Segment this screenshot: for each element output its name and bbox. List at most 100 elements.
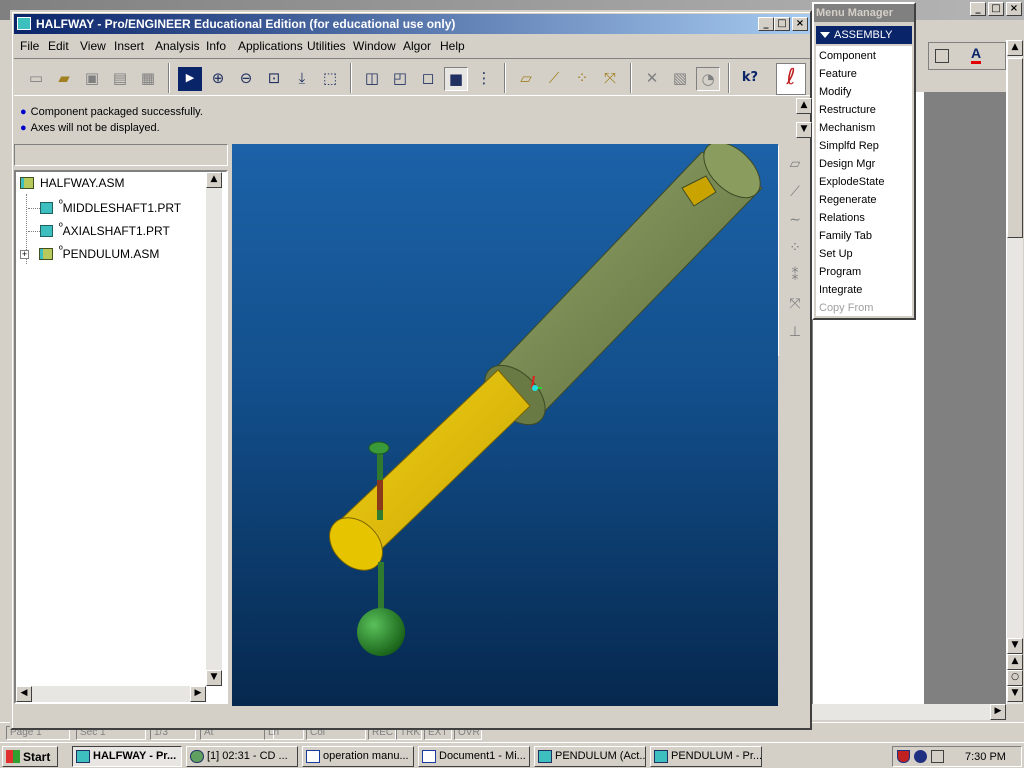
saved-views-icon[interactable]: ⬚ xyxy=(318,67,342,91)
tree-vertical-scrollbar[interactable]: ▲ ▼ xyxy=(206,172,222,686)
datum-point-tool-icon[interactable]: ⁘ xyxy=(785,240,805,260)
mm-item-simplfd-rep[interactable]: Simplfd Rep xyxy=(819,140,879,152)
tree-root[interactable]: HALFWAY.ASM xyxy=(20,176,124,196)
bg-close-button[interactable]: × xyxy=(1006,2,1022,16)
taskbar-button-halfway[interactable]: HALFWAY - Pr... xyxy=(72,746,182,767)
bg-maximize-button[interactable]: □ xyxy=(988,2,1004,16)
message-scrollbar[interactable]: ▲ ▼ xyxy=(796,98,812,140)
scroll-right-icon[interactable]: ▶ xyxy=(190,686,206,702)
next-page-icon[interactable]: ▼ xyxy=(1007,686,1023,702)
word-horizontal-scrollbar[interactable]: ▶ xyxy=(812,704,1006,720)
spin-center-icon[interactable]: ✕ xyxy=(640,67,664,91)
context-help-icon[interactable]: k? xyxy=(738,67,762,91)
orient-icon[interactable]: ⤓ xyxy=(290,67,314,91)
mm-item-design-mgr[interactable]: Design Mgr xyxy=(819,158,875,170)
menu-analysis[interactable]: Analysis xyxy=(155,39,200,53)
save-icon[interactable]: ▣ xyxy=(80,67,104,91)
scroll-up-icon[interactable]: ▲ xyxy=(1007,40,1023,56)
network-icon[interactable] xyxy=(914,750,927,763)
clock[interactable]: 7:30 PM xyxy=(965,751,1006,763)
taskbar-button-pendulum[interactable]: PENDULUM - Pr... xyxy=(650,746,762,767)
borders-icon[interactable] xyxy=(935,49,949,63)
scroll-right-icon[interactable]: ▶ xyxy=(990,704,1006,720)
mm-item-relations[interactable]: Relations xyxy=(819,212,865,224)
scroll-up-icon[interactable]: ▲ xyxy=(796,98,812,114)
zoom-in-icon[interactable]: ⊕ xyxy=(206,67,230,91)
bg-minimize-button[interactable]: _ xyxy=(970,2,986,16)
menu-edit[interactable]: Edit xyxy=(48,39,69,53)
scroll-up-icon[interactable]: ▲ xyxy=(206,172,222,188)
mm-item-feature[interactable]: Feature xyxy=(819,68,857,80)
no-hidden-icon[interactable]: ◻ xyxy=(416,67,440,91)
save-copy-icon[interactable]: ▤ xyxy=(108,67,132,91)
menu-manager-title[interactable]: Menu Manager xyxy=(814,4,914,22)
offset-point-tool-icon[interactable]: ⁑ xyxy=(785,268,805,288)
coordinate-system-tool-icon[interactable]: ⤧ xyxy=(785,296,805,316)
menu-view[interactable]: View xyxy=(80,39,106,53)
zoom-out-icon[interactable]: ⊖ xyxy=(234,67,258,91)
tree-item[interactable]: ºAXIALSHAFT1.PRT xyxy=(28,222,170,242)
assembly-model-render[interactable] xyxy=(232,144,778,706)
datum-points-icon[interactable]: ⁘ xyxy=(570,67,594,91)
mm-item-component[interactable]: Component xyxy=(819,50,876,62)
tree-item[interactable]: ºMIDDLESHAFT1.PRT xyxy=(28,199,181,219)
mm-item-regenerate[interactable]: Regenerate xyxy=(819,194,877,206)
graphics-viewport[interactable] xyxy=(232,144,778,706)
select-browse-object-icon[interactable]: ○ xyxy=(1007,670,1023,686)
window-title-bar[interactable]: HALFWAY - Pro/ENGINEER Educational Editi… xyxy=(14,14,810,34)
taskbar-button-operation-manual[interactable]: operation manu... xyxy=(302,746,414,767)
mm-item-integrate[interactable]: Integrate xyxy=(819,284,862,296)
outer-shaft[interactable] xyxy=(474,144,771,436)
new-file-icon[interactable]: ▭ xyxy=(24,67,48,91)
menu-help[interactable]: Help xyxy=(440,39,465,53)
taskbar-button-document1[interactable]: Document1 - Mi... xyxy=(418,746,530,767)
mm-item-set-up[interactable]: Set Up xyxy=(819,248,853,260)
print-icon[interactable]: ▦ xyxy=(136,67,160,91)
orientation-mode-icon[interactable]: ◔ xyxy=(696,67,720,91)
menu-insert[interactable]: Insert xyxy=(114,39,144,53)
menu-info[interactable]: Info xyxy=(206,39,226,53)
expand-icon[interactable]: + xyxy=(20,250,29,259)
inner-shaft[interactable] xyxy=(319,369,531,581)
taskbar-button-pendulum-active[interactable]: PENDULUM (Act... xyxy=(534,746,646,767)
mm-item-mechanism[interactable]: Mechanism xyxy=(819,122,875,134)
scroll-down-icon[interactable]: ▼ xyxy=(796,122,812,138)
tree-item[interactable]: + ºPENDULUM.ASM xyxy=(20,245,159,265)
analysis-tool-icon[interactable]: ⊥ xyxy=(785,324,805,344)
coordinate-systems-icon[interactable]: ⤧ xyxy=(598,67,622,91)
font-color-icon[interactable]: A xyxy=(971,45,982,64)
mm-item-restructure[interactable]: Restructure xyxy=(819,104,876,116)
shading-icon[interactable]: ■ xyxy=(444,67,468,91)
start-button[interactable]: Start xyxy=(2,746,58,767)
datum-plane-tool-icon[interactable]: ▱ xyxy=(785,156,805,176)
datum-curve-tool-icon[interactable]: ∼ xyxy=(785,212,805,232)
repaint-icon[interactable]: ▶ xyxy=(178,67,202,91)
menu-algor[interactable]: Algor xyxy=(403,39,431,53)
mm-item-program[interactable]: Program xyxy=(819,266,861,278)
scroll-thumb[interactable] xyxy=(1007,58,1023,238)
menu-window[interactable]: Window xyxy=(353,39,396,53)
minimize-button[interactable]: _ xyxy=(758,17,774,31)
taskbar-button-cd[interactable]: [1] 02:31 - CD ... xyxy=(186,746,298,767)
hidden-line-icon[interactable]: ◰ xyxy=(388,67,412,91)
refit-icon[interactable]: ⊡ xyxy=(262,67,286,91)
tree-horizontal-scrollbar[interactable]: ◀ ▶ xyxy=(16,686,206,702)
wireframe-icon[interactable]: ◫ xyxy=(360,67,384,91)
prev-page-icon[interactable]: ▲ xyxy=(1007,654,1023,670)
datum-axes-icon[interactable]: ⟋ xyxy=(542,67,566,91)
scroll-down-icon[interactable]: ▼ xyxy=(206,670,222,686)
maximize-button[interactable]: □ xyxy=(774,17,790,31)
datum-axis-tool-icon[interactable]: ⟋ xyxy=(785,184,805,204)
scroll-left-icon[interactable]: ◀ xyxy=(16,686,32,702)
mm-item-explodestate[interactable]: ExplodeState xyxy=(819,176,884,188)
menu-utilities[interactable]: Utilities xyxy=(307,39,346,53)
shield-icon[interactable] xyxy=(897,750,910,763)
annotation-icon[interactable]: ▧ xyxy=(668,67,692,91)
volume-icon[interactable] xyxy=(931,750,944,763)
menu-file[interactable]: File xyxy=(20,39,39,53)
scroll-down-icon[interactable]: ▼ xyxy=(1007,638,1023,654)
datum-planes-icon[interactable]: ▱ xyxy=(514,67,538,91)
proe-app-icon[interactable] xyxy=(17,17,31,30)
menu-applications[interactable]: Applications xyxy=(238,39,303,53)
model-tree-icon[interactable]: ⋮ xyxy=(472,67,496,91)
